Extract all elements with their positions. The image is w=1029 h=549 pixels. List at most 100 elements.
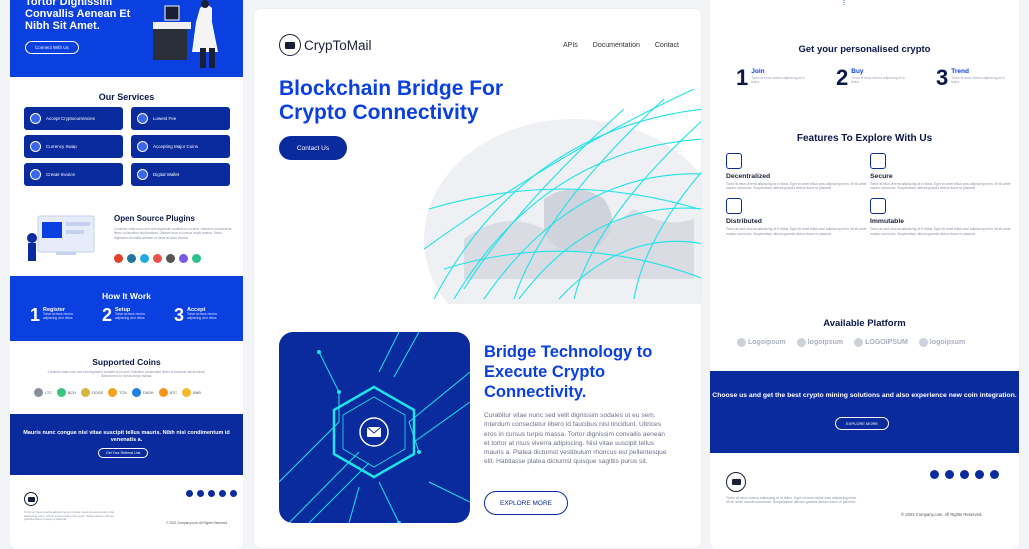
plugin-icon[interactable] — [179, 254, 188, 263]
social-links — [186, 490, 237, 497]
connect-with-us-button[interactable]: Connect With Us — [25, 41, 79, 54]
right-page-preview: Get your personalised crypto 1 Join Tortor… — [710, 0, 1019, 549]
step-setup: 2 Setup Tortor at risus viverra adipiscing… — [102, 306, 158, 324]
mail-logo-icon[interactable] — [279, 34, 301, 56]
step-buy: 2 Buy Tortor at risus viverra adipiscing a… — [836, 65, 906, 90]
step-title: Buy — [851, 68, 864, 75]
coin-label: BCH — [67, 390, 76, 395]
service-label: Accepting Major Coins — [153, 144, 199, 149]
magento-icon[interactable] — [114, 254, 123, 263]
facebook-icon[interactable] — [990, 470, 999, 479]
instagram-icon[interactable] — [975, 470, 984, 479]
personalised-crypto-section: Get your personalised crypto 1 Join Tortor… — [710, 30, 1019, 110]
coin-label: DOGE — [91, 390, 104, 395]
bridge-description: Curabitur vitae nunc sed velit dignissim… — [484, 412, 667, 466]
ltc-icon — [34, 388, 43, 397]
tcn-icon — [108, 388, 118, 397]
social-links — [930, 470, 999, 479]
reddit-icon[interactable] — [930, 470, 939, 479]
swap-icon — [30, 141, 41, 152]
feature-desc: Tortor at risus viverra adipiscing at in… — [870, 182, 1011, 191]
step-number: 2 — [836, 65, 849, 90]
main-hero-section: CrypToMail APIs Documentation Contact Bl… — [254, 9, 701, 304]
dash-icon — [131, 388, 141, 397]
platform-logo[interactable]: LOGOIPSUM — [854, 338, 908, 347]
feature-decentralized: Decentralized Tortor at risus viverra adi… — [726, 153, 868, 190]
platform-logo[interactable]: logoipsum — [796, 338, 844, 347]
step-number: 3 — [936, 65, 949, 90]
service-label: Lowest Fee — [153, 116, 177, 121]
twitter-icon[interactable] — [208, 490, 215, 497]
plugin-icon[interactable] — [166, 254, 175, 263]
coin-btc: BTC — [158, 388, 177, 397]
coin-dash: DASH — [131, 388, 154, 397]
open-source-plugins-section: Open Source Plugins Curabitur vitae nunc… — [10, 205, 243, 275]
plugin-icons — [114, 254, 201, 263]
our-services-section: Our Services Accept Cryptocurrencies Low… — [10, 85, 243, 195]
service-lowest-fee[interactable]: Lowest Fee — [131, 107, 230, 130]
feature-title: Immutable — [870, 218, 904, 226]
plugin-icon[interactable] — [140, 254, 149, 263]
referral-link-button[interactable]: Get Your Referral Link — [98, 448, 149, 458]
copyright: © 2022 Company.com. All Rights Reserved. — [901, 512, 983, 517]
step-desc: Tortor at risus viverra adipiscing at in… — [115, 312, 146, 320]
step-title: Join — [751, 68, 765, 75]
nav-link-contact[interactable]: Contact — [655, 42, 679, 49]
nav-link-apis[interactable]: APIs — [563, 42, 578, 49]
server-icon — [870, 198, 886, 215]
plugin-icon[interactable] — [153, 254, 162, 263]
mail-logo-icon[interactable] — [726, 472, 746, 492]
explore-more-button[interactable]: EXPLORE MORE — [484, 491, 568, 515]
step-number: 1 — [30, 305, 41, 325]
mining-cta-title: Choose us and get the best crypto mining… — [712, 392, 1017, 399]
bnb-icon — [182, 388, 192, 397]
nav-link-documentation[interactable]: Documentation — [593, 42, 640, 49]
logo-label: logoipsum — [807, 339, 844, 346]
platform-logo[interactable]: Logoipsum — [737, 338, 786, 347]
service-create-invoice[interactable]: Create Invoice — [24, 163, 123, 186]
logo-icon — [796, 338, 806, 347]
instagram-icon[interactable] — [219, 490, 226, 497]
service-digital-wallet[interactable]: Digital Wallet — [131, 163, 230, 186]
step-desc: Tortor at risus viverra adipiscing at in… — [951, 76, 1005, 84]
service-label: Digital Wallet — [153, 172, 180, 177]
service-currency-swap[interactable]: Currency Swap — [24, 135, 123, 158]
step-desc: Tortor at risus viverra adipiscing at in… — [751, 76, 805, 84]
fee-icon — [137, 113, 148, 124]
mail-logo-icon[interactable] — [24, 492, 38, 506]
service-major-coins[interactable]: Accepting Major Coins — [131, 135, 230, 158]
logo-label: logoipsum — [929, 339, 966, 346]
office-illustration — [153, 0, 218, 68]
left-footer: Tortor at risus viverra adipiscing at in… — [10, 480, 243, 540]
explore-more-button[interactable]: EXPLORE MORE — [835, 417, 890, 430]
coin-ltc: LTC — [34, 388, 52, 397]
step-desc: Tortor at risus viverra adipiscing at in… — [43, 312, 74, 320]
copyright: © 2022 Company.com. All Rights Reserved. — [166, 521, 228, 525]
wordpress-icon[interactable] — [127, 254, 136, 263]
features-section: Features To Explore With Us Decentralize… — [710, 123, 1019, 303]
plugins-illustration — [27, 215, 95, 261]
telegram-icon[interactable] — [197, 490, 204, 497]
coin-label: TCN — [119, 390, 127, 395]
coin-label: LTC — [45, 390, 52, 395]
features-title: Features To Explore With Us — [796, 133, 933, 144]
reddit-icon[interactable] — [186, 490, 193, 497]
coin-label: BNB — [193, 390, 201, 395]
plugins-title: Open Source Plugins — [114, 214, 195, 223]
main-page-preview: CrypToMail APIs Documentation Contact Bl… — [253, 8, 702, 549]
invoice-icon — [30, 169, 41, 180]
platform-logo[interactable]: logoipsum — [918, 338, 966, 347]
contact-us-button[interactable]: Contact Us — [279, 136, 347, 160]
telegram-icon[interactable] — [945, 470, 954, 479]
twitter-icon[interactable] — [960, 470, 969, 479]
right-footer: Tortor at risus viverra adipiscing at in… — [710, 460, 1019, 540]
plugin-icon[interactable] — [192, 254, 201, 263]
brand-name[interactable]: CrypToMail — [304, 38, 372, 53]
logo-icon — [918, 338, 928, 347]
coin-bch: BCH — [56, 388, 76, 397]
step-join: 1 Join Tortor at risus viverra adipiscing … — [736, 67, 806, 89]
facebook-icon[interactable] — [230, 490, 237, 497]
service-accept-crypto[interactable]: Accept Cryptocurrencies — [24, 107, 123, 130]
dotted-arrow-decoration — [843, 0, 845, 6]
coin-doge: DOGE — [80, 388, 104, 397]
